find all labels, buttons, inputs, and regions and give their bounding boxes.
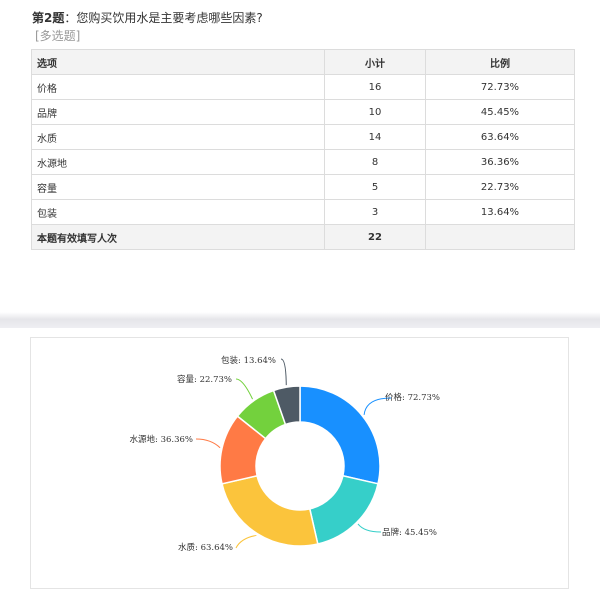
row-count: 5: [324, 174, 426, 200]
row-ratio: 72.73%: [425, 74, 575, 100]
table-row: 水源地 8 36.36%: [31, 149, 575, 175]
donut-slice-brand[interactable]: [308, 474, 379, 545]
row-option: 价格: [31, 74, 325, 100]
question-text: ：您购买饮用水是主要考虑哪些因素?: [64, 11, 263, 25]
row-ratio: 36.36%: [425, 149, 575, 175]
table-row: 容量 5 22.73%: [31, 174, 575, 200]
table-row: 水质 14 63.64%: [31, 124, 575, 150]
table-total-row: 本题有效填写人次 22: [31, 224, 575, 250]
result-table: 选项 小计 比例 价格 16 72.73% 品牌 10 45.45% 水质 14…: [31, 49, 575, 250]
row-option: 水质: [31, 124, 325, 150]
row-ratio: 45.45%: [425, 99, 575, 125]
slice-label-water-source: 水源地: 36.36%: [130, 434, 193, 445]
donut-slice-price[interactable]: [299, 385, 381, 485]
leader-line-packaging: [280, 358, 287, 386]
row-count: 10: [324, 99, 426, 125]
leader-line-water-quality: [235, 534, 257, 549]
row-count: 16: [324, 74, 426, 100]
header-count: 小计: [324, 49, 426, 75]
slice-label-water-quality: 水质: 63.64%: [178, 542, 233, 553]
chart-panel: 价格: 72.73% 品牌: 45.45% 水质: 63.64% 水源地: 36.36…: [30, 337, 569, 589]
slice-label-packaging: 包装: 13.64%: [221, 355, 276, 366]
chart-section: 价格: 72.73% 品牌: 45.45% 水质: 63.64% 水源地: 36.36…: [0, 328, 600, 589]
table-row: 品牌 10 45.45%: [31, 99, 575, 125]
row-option: 品牌: [31, 99, 325, 125]
header-ratio: 比例: [425, 49, 575, 75]
row-option: 包装: [31, 199, 325, 225]
leader-line-capacity: [235, 378, 254, 400]
row-count: 3: [324, 199, 426, 225]
section-divider: [0, 312, 600, 328]
question-title: 第2题：您购买饮用水是主要考虑哪些因素?: [32, 9, 263, 26]
donut-slice-water-quality[interactable]: [221, 474, 319, 547]
row-ratio: 63.64%: [425, 124, 575, 150]
total-label: 本题有效填写人次: [31, 224, 325, 250]
question-section: 第2题：您购买饮用水是主要考虑哪些因素? [多选题] 选项 小计 比例 价格 1…: [0, 0, 600, 312]
header-option: 选项: [31, 49, 325, 75]
row-option: 水源地: [31, 149, 325, 175]
total-empty-cell: [425, 224, 575, 250]
row-option: 容量: [31, 174, 325, 200]
row-ratio: 22.73%: [425, 174, 575, 200]
table-row: 价格 16 72.73%: [31, 74, 575, 100]
leader-line-brand: [357, 523, 382, 533]
slice-label-price: 价格: 72.73%: [385, 392, 440, 403]
leader-line-water-source: [195, 438, 221, 449]
donut-chart: 价格: 72.73% 品牌: 45.45% 水质: 63.64% 水源地: 36.36…: [130, 355, 440, 553]
slice-label-capacity: 容量: 22.73%: [177, 374, 232, 385]
row-ratio: 13.64%: [425, 199, 575, 225]
slice-label-brand: 品牌: 45.45%: [382, 527, 437, 538]
question-type-label: [多选题]: [35, 29, 81, 43]
table-row: 包装 3 13.64%: [31, 199, 575, 225]
question-number: 第2题: [32, 11, 65, 25]
row-count: 14: [324, 124, 426, 150]
row-count: 8: [324, 149, 426, 175]
table-header-row: 选项 小计 比例: [31, 49, 575, 75]
total-value: 22: [324, 224, 426, 250]
